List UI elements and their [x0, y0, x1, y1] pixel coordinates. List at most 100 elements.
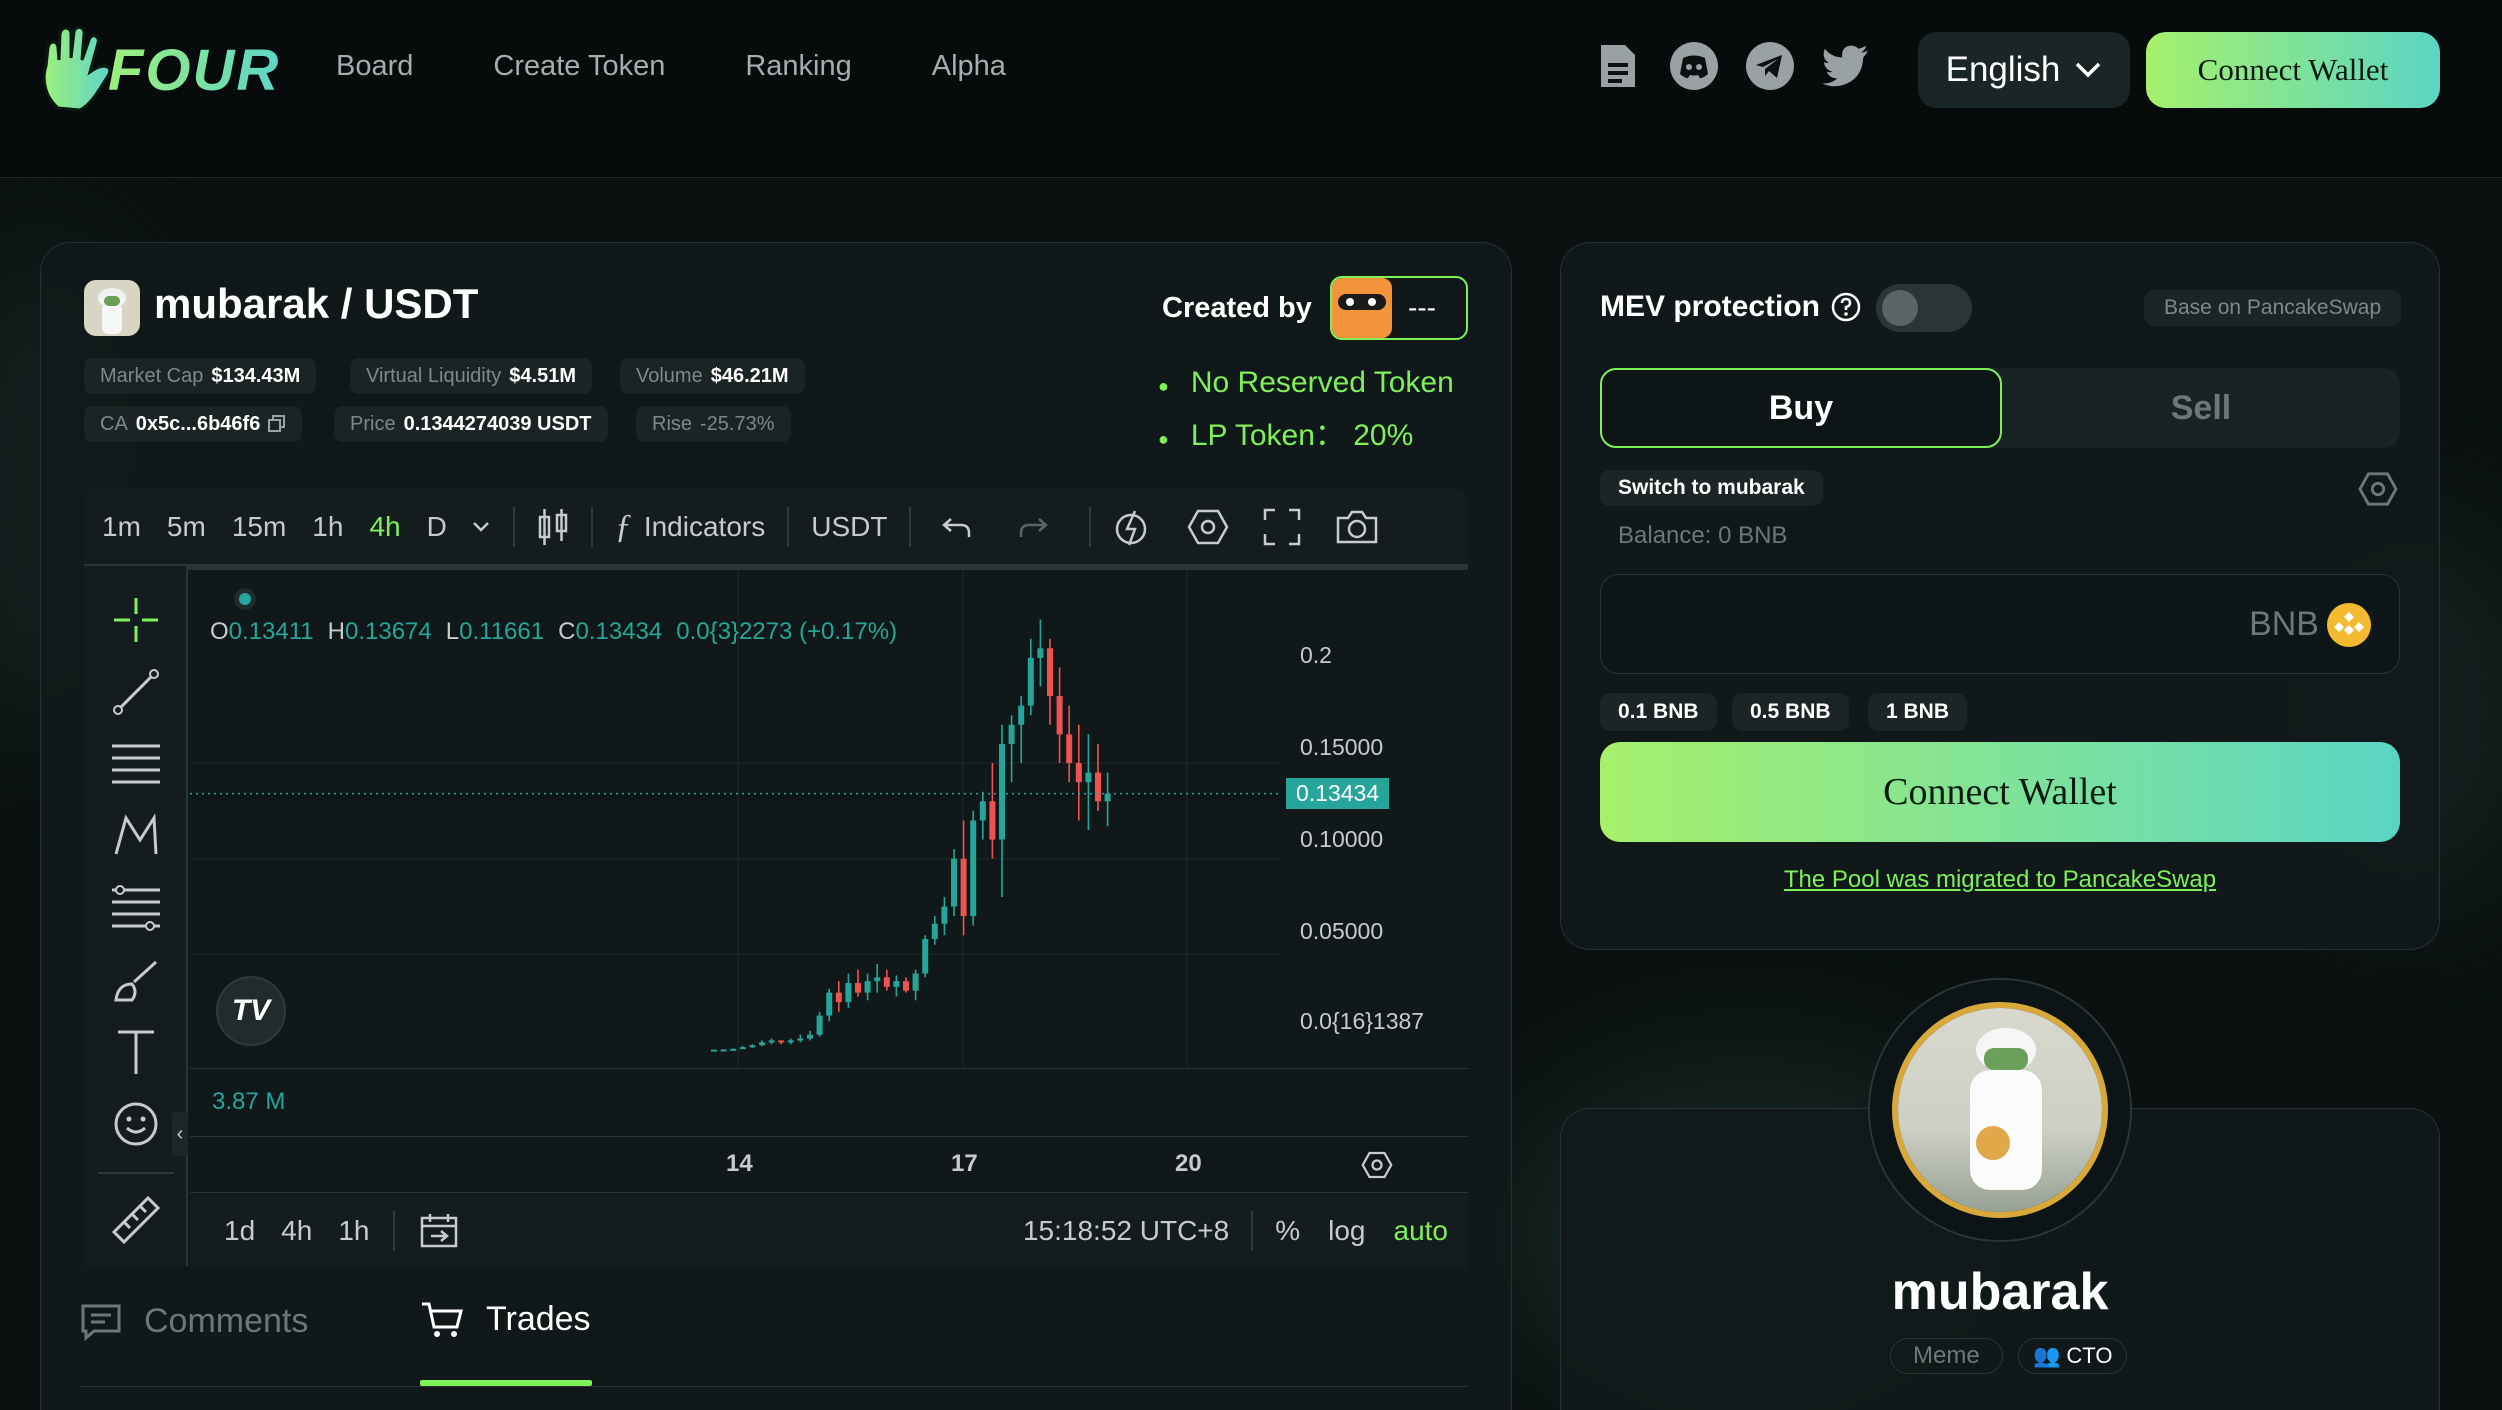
- people-icon: 👥: [2033, 1343, 2061, 1368]
- help-icon[interactable]: [1830, 291, 1862, 323]
- settings-icon[interactable]: [1187, 507, 1229, 547]
- created-by-label: Created by: [1162, 292, 1312, 324]
- scale-percent[interactable]: %: [1275, 1215, 1300, 1247]
- nav-board[interactable]: Board: [336, 50, 413, 83]
- interval-group: 1m 5m 15m 1h 4h D: [102, 511, 447, 543]
- chevron-down-icon[interactable]: [471, 521, 491, 533]
- logo[interactable]: FOUR: [38, 26, 280, 114]
- candle-body: [1095, 772, 1101, 802]
- candle-body: [912, 973, 919, 991]
- interval-1m[interactable]: 1m: [102, 511, 141, 543]
- range-4h[interactable]: 4h: [281, 1215, 312, 1247]
- horizontal-lines-icon[interactable]: [110, 738, 162, 790]
- candle-body: [778, 1040, 785, 1043]
- camera-icon[interactable]: [1335, 509, 1379, 545]
- twitter-icon[interactable]: [1822, 42, 1870, 90]
- range-1h[interactable]: 1h: [338, 1215, 369, 1247]
- language-select[interactable]: English: [1918, 32, 2130, 108]
- ohlc-legend: O 0.13411 H 0.13674 L 0.11661 C 0.13434 0.0{…: [210, 618, 897, 646]
- candle-body: [720, 1049, 727, 1052]
- stat-value: $4.51M: [509, 364, 576, 387]
- candle-body: [1056, 696, 1063, 735]
- feature-item: ● LP Token： 20%: [1158, 419, 1414, 452]
- emoji-icon[interactable]: [110, 1098, 162, 1150]
- feature-text: No Reserved Token: [1190, 366, 1454, 399]
- document-icon[interactable]: [1594, 42, 1642, 90]
- candle-body: [999, 743, 1005, 840]
- axis-settings-icon[interactable]: [1360, 1150, 1394, 1180]
- x-tick: 14: [726, 1150, 753, 1177]
- mev-toggle[interactable]: [1876, 284, 1972, 332]
- scale-log[interactable]: log: [1328, 1215, 1365, 1247]
- switch-token-button[interactable]: Switch to mubarak: [1600, 470, 1823, 506]
- candle-body: [835, 992, 842, 1003]
- ohlc-close: 0.13434: [575, 618, 663, 645]
- tab-comments[interactable]: Comments: [80, 1300, 420, 1343]
- creator-avatar: [1332, 278, 1392, 338]
- redo-icon[interactable]: [1017, 513, 1049, 541]
- interval-4h[interactable]: 4h: [369, 511, 400, 543]
- alert-icon[interactable]: [1113, 507, 1153, 547]
- nav-ranking[interactable]: Ranking: [745, 50, 851, 83]
- brush-icon[interactable]: [110, 954, 162, 1006]
- stat-volume: Volume $46.21M: [620, 358, 805, 394]
- interval-1h[interactable]: 1h: [312, 511, 343, 543]
- interval-5m[interactable]: 5m: [167, 511, 206, 543]
- crosshair-icon[interactable]: [110, 594, 162, 646]
- amount-input[interactable]: BNB: [1600, 574, 2400, 674]
- ruler-icon[interactable]: [110, 1194, 162, 1246]
- nav-alpha[interactable]: Alpha: [932, 50, 1006, 83]
- candle-body: [960, 858, 967, 917]
- slippage-settings-icon[interactable]: [2358, 470, 2398, 508]
- mev-label: MEV protection: [1600, 290, 1821, 323]
- tab-trades[interactable]: Trades: [420, 1300, 592, 1386]
- candles-icon[interactable]: [537, 507, 569, 547]
- currency-button[interactable]: USDT: [811, 511, 887, 543]
- amount-1-bnb[interactable]: 1 BNB: [1868, 693, 1968, 731]
- text-tool-icon[interactable]: [110, 1026, 162, 1078]
- copy-icon[interactable]: [268, 415, 286, 433]
- tradingview-logo[interactable]: TV: [216, 976, 286, 1046]
- trend-line-icon[interactable]: [110, 666, 162, 718]
- creator-name: ---: [1408, 292, 1436, 323]
- scale-auto[interactable]: auto: [1394, 1215, 1449, 1247]
- stat-label: Virtual Liquidity: [366, 364, 502, 387]
- candle-body: [845, 983, 852, 1003]
- candle-body: [759, 1042, 765, 1046]
- nav-create-token[interactable]: Create Token: [493, 50, 665, 83]
- undo-icon[interactable]: [941, 513, 973, 541]
- y-tick: 0.0{16}1387: [1300, 1008, 1425, 1034]
- header-connect-wallet-button[interactable]: Connect Wallet: [2146, 32, 2440, 108]
- base-on-pancakeswap-badge: Base on PancakeSwap: [2144, 290, 2402, 326]
- collapse-toolbar-button[interactable]: ‹: [172, 1112, 188, 1156]
- connect-wallet-button[interactable]: Connect Wallet: [1600, 742, 2400, 842]
- ca-label: CA: [100, 412, 128, 435]
- fullscreen-icon[interactable]: [1263, 508, 1301, 546]
- sell-tab[interactable]: Sell: [2002, 368, 2400, 448]
- token-features: ● No Reserved Token ● LP Token： 20%: [1158, 358, 1454, 464]
- candle-body: [979, 801, 986, 821]
- fibonacci-icon[interactable]: [110, 882, 162, 934]
- stat-market-cap: Market Cap $134.43M: [84, 358, 317, 394]
- candle-body: [922, 939, 929, 974]
- discord-icon[interactable]: [1670, 42, 1718, 90]
- interval-15m[interactable]: 15m: [232, 511, 286, 543]
- pool-migrated-link[interactable]: The Pool was migrated to PancakeSwap: [1600, 866, 2400, 894]
- date-range-icon[interactable]: [419, 1212, 459, 1250]
- price-chart[interactable]: O 0.13411 H 0.13674 L 0.11661 C 0.13434 0.0{…: [190, 570, 1468, 1266]
- amount-0-5-bnb[interactable]: 0.5 BNB: [1732, 693, 1849, 731]
- amount-0-1-bnb[interactable]: 0.1 BNB: [1600, 693, 1717, 731]
- y-tick: 0.15000: [1300, 734, 1384, 760]
- range-1d[interactable]: 1d: [224, 1215, 255, 1247]
- creator-badge[interactable]: ---: [1330, 276, 1468, 340]
- interval-d[interactable]: D: [427, 511, 447, 543]
- indicators-button[interactable]: Indicators: [644, 511, 765, 543]
- candle-body: [893, 981, 900, 987]
- buy-tab[interactable]: Buy: [1600, 368, 2002, 448]
- tab-comments-label: Comments: [144, 1302, 309, 1340]
- pattern-icon[interactable]: [110, 810, 162, 862]
- candle-body: [864, 981, 871, 993]
- telegram-icon[interactable]: [1746, 42, 1794, 90]
- contract-address[interactable]: CA 0x5c...6b46f6: [84, 406, 303, 442]
- candle-body: [826, 992, 833, 1016]
